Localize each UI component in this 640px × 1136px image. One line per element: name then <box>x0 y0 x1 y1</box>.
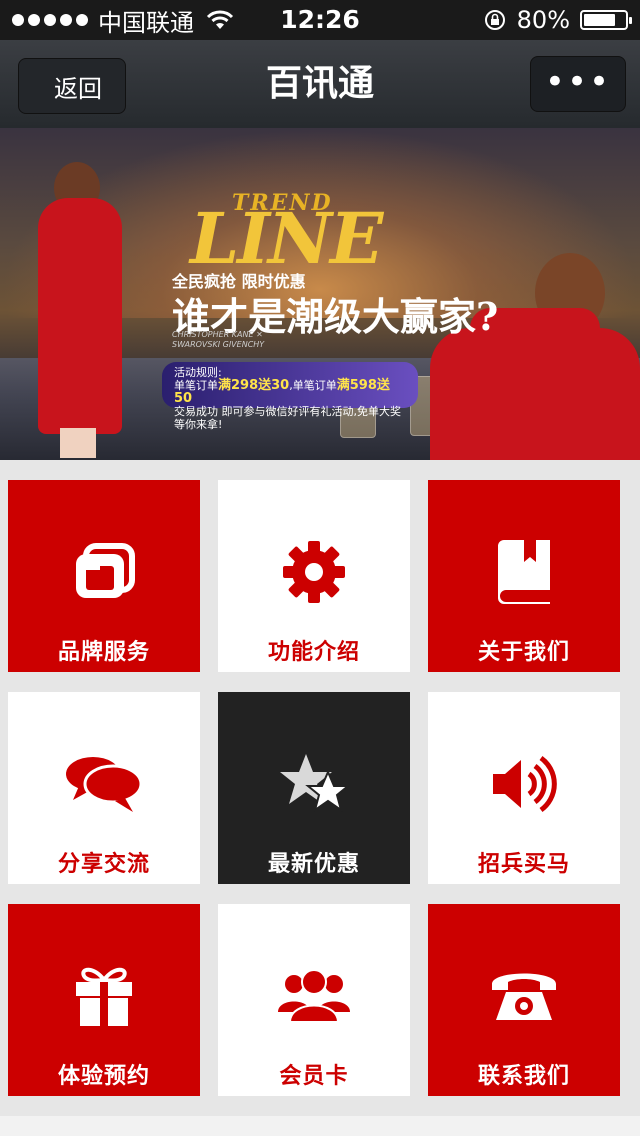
more-button[interactable]: ••• <box>530 56 626 112</box>
model-left-image <box>38 198 122 434</box>
tile-label: 关于我们 <box>477 640 570 665</box>
folder-icon <box>54 532 154 612</box>
tile-booking[interactable]: 体验预约 <box>8 904 200 1096</box>
tile-label: 分享交流 <box>57 852 150 877</box>
chat-bubbles-icon <box>54 744 154 824</box>
tile-recruit[interactable]: 招兵买马 <box>428 692 620 884</box>
menu-grid: 品牌服务 功能介绍 关于我们 分享交流 最新优惠 招兵买马 体验预约 会员卡 联… <box>0 460 640 1136</box>
tile-label: 联系我们 <box>477 1064 570 1089</box>
tile-label: 招兵买马 <box>477 852 570 877</box>
promo-rules-offer: 单笔订单满298送30,单笔订单满598送50 <box>174 379 406 405</box>
battery-percent: 80% <box>516 6 570 34</box>
tile-member-card[interactable]: 会员卡 <box>218 904 410 1096</box>
telephone-icon <box>474 956 574 1036</box>
tile-about-us[interactable]: 关于我们 <box>428 480 620 672</box>
tile-features[interactable]: 功能介绍 <box>218 480 410 672</box>
battery-fill <box>584 14 616 26</box>
nav-bar: 返回 百讯通 ••• <box>0 40 640 128</box>
battery-icon <box>580 10 632 30</box>
promo-banner[interactable]: TREND LINE 全民疯抢 限时优惠 谁才是潮级大赢家? CHRISTOPH… <box>0 128 640 460</box>
gift-icon <box>54 956 154 1036</box>
status-bar: 中国联通 12:26 80% <box>0 0 640 40</box>
rotation-lock-icon <box>484 10 505 30</box>
banner-line-text: LINE <box>190 197 383 280</box>
gear-icon <box>264 532 364 612</box>
tile-label: 最新优惠 <box>267 852 360 877</box>
tile-contact-us[interactable]: 联系我们 <box>428 904 620 1096</box>
speaker-icon <box>474 744 574 824</box>
status-right: 80% <box>483 0 632 40</box>
promo-text: ,单笔订单 <box>289 379 337 392</box>
book-icon <box>474 532 574 612</box>
tile-latest-offers[interactable]: 最新优惠 <box>218 692 410 884</box>
tile-label: 功能介绍 <box>267 640 360 665</box>
banner-fine-print: CHRISTOPHER KANE ✕ SWAROVSKI GIVENCHY <box>172 330 265 349</box>
members-icon <box>264 956 364 1036</box>
model-left-legs <box>60 428 96 458</box>
tile-label: 会员卡 <box>279 1064 349 1089</box>
stars-icon <box>264 744 364 824</box>
bottom-strip <box>0 1116 640 1136</box>
tile-label: 体验预约 <box>57 1064 150 1089</box>
promo-rules-note: 交易成功 即可参与微信好评有礼活动,免单大奖等你来拿! <box>174 405 401 431</box>
promo-highlight: 满298送30 <box>218 378 290 393</box>
tile-share[interactable]: 分享交流 <box>8 692 200 884</box>
banner-promo-box: 活动规则: 单笔订单满298送30,单笔订单满598送50 交易成功 即可参与微… <box>162 362 418 431</box>
tile-label: 品牌服务 <box>57 640 150 665</box>
model-right-image <box>430 328 640 460</box>
tile-brand-service[interactable]: 品牌服务 <box>8 480 200 672</box>
